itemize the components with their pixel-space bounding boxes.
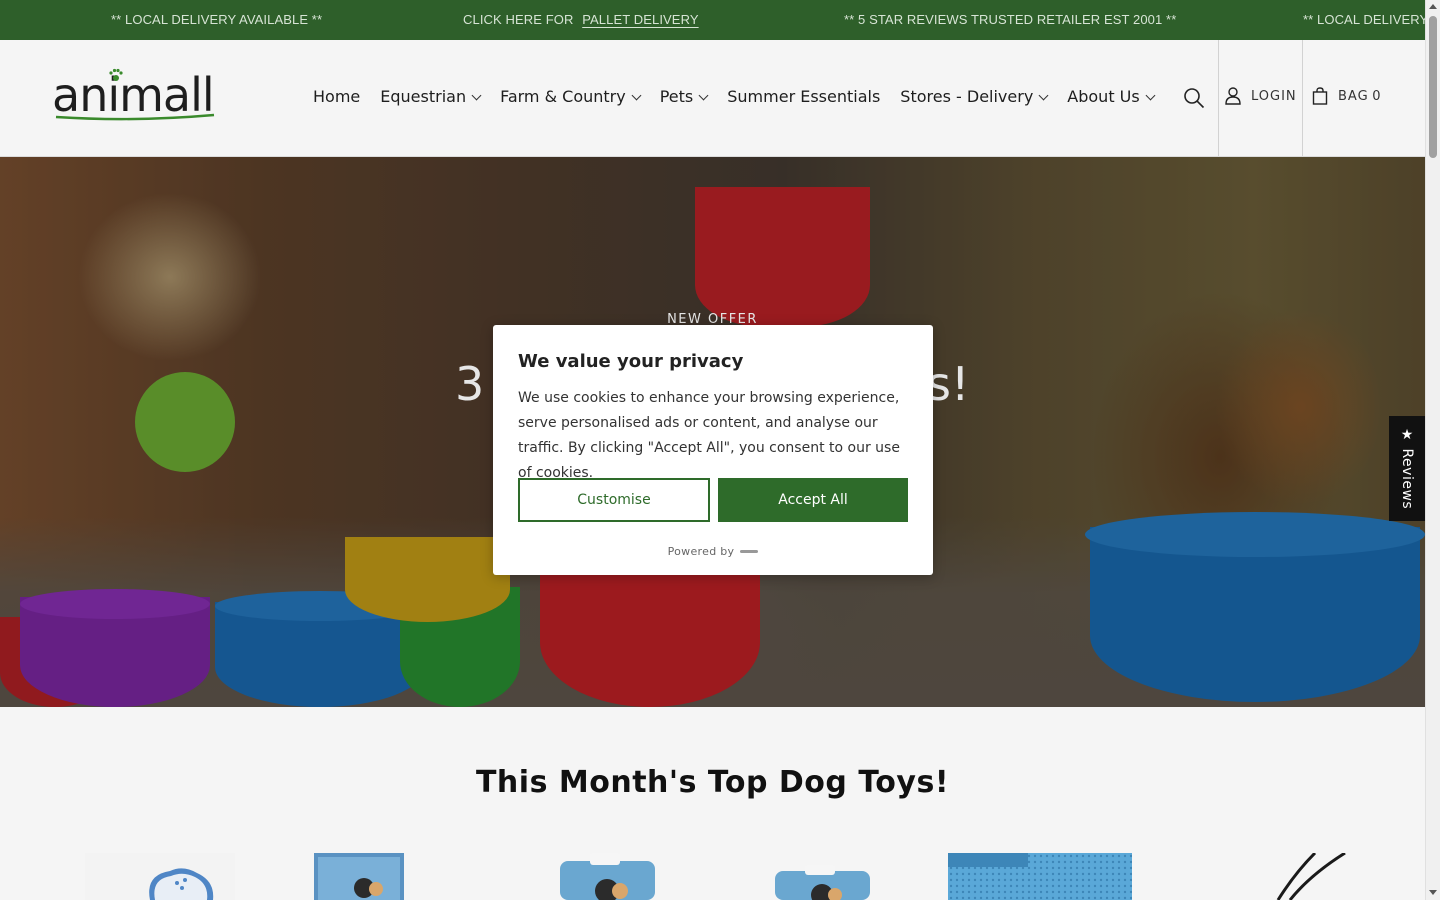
nav-label: About Us — [1067, 87, 1140, 106]
announcement-local-delivery: ** LOCAL DELIVERY AVAILABLE ** — [111, 12, 323, 27]
reviews-tab-label: ★ Reviews — [1399, 427, 1415, 510]
nav-item-pets[interactable]: Pets — [659, 87, 709, 106]
site-header: animall Home Equestrian Farm & Country P… — [0, 40, 1425, 157]
nav-label: Farm & Country — [500, 87, 626, 106]
announcement-bar: ** LOCAL DELIVERY AVAILABLE ** CLICK HER… — [0, 0, 1425, 40]
announcement-reviews: ** 5 STAR REVIEWS TRUSTED RETAILER EST 2… — [844, 12, 1177, 27]
bag-button[interactable]: BAG 0 — [1312, 87, 1382, 105]
login-label: LOGIN — [1251, 88, 1297, 104]
product-image — [85, 853, 235, 900]
nav-label: Summer Essentials — [727, 87, 881, 106]
cookie-modal-body: We use cookies to enhance your browsing … — [518, 390, 900, 481]
product-card[interactable] — [314, 853, 404, 900]
scroll-thumb[interactable] — [1429, 16, 1437, 158]
cookie-modal-title: We value your privacy — [518, 351, 744, 372]
logo-swoosh-icon — [55, 113, 215, 121]
announcement-pallet-prefix: CLICK HERE FOR — [463, 12, 574, 27]
nav-label: Stores - Delivery — [900, 87, 1034, 106]
product-image — [560, 853, 655, 900]
product-image — [1276, 853, 1346, 900]
announcement-pallet-delivery[interactable]: CLICK HERE FOR PALLET DELIVERY — [463, 12, 699, 27]
cookie-consent-modal: We value your privacy We use cookies to … — [493, 325, 933, 575]
bag-label: BAG 0 — [1338, 88, 1382, 104]
chevron-down-icon — [631, 90, 642, 101]
powered-by: Powered by — [493, 545, 933, 558]
animall-logo[interactable]: animall — [52, 68, 222, 130]
search-icon[interactable] — [1183, 87, 1205, 109]
product-card[interactable] — [560, 853, 655, 900]
reviews-tab[interactable]: ★ Reviews — [1389, 416, 1425, 521]
paw-icon — [109, 68, 123, 81]
product-card[interactable] — [948, 853, 1132, 900]
hero-title-right: s! — [927, 357, 970, 411]
announcement-local-delivery-repeat: ** LOCAL DELIVERY A — [1303, 12, 1425, 27]
nav-item-farm-country[interactable]: Farm & Country — [500, 87, 642, 106]
product-image — [948, 853, 1132, 900]
bag-icon — [1312, 87, 1328, 105]
hero-title-left: 3 — [455, 357, 485, 411]
nav-label: Equestrian — [380, 87, 467, 106]
nav-item-about-us[interactable]: About Us — [1067, 87, 1156, 106]
nav-item-home[interactable]: Home — [313, 87, 360, 106]
cookieyes-logo-icon[interactable] — [740, 550, 759, 553]
product-image — [775, 865, 870, 900]
pallet-delivery-link[interactable]: PALLET DELIVERY — [582, 12, 698, 27]
nav-label: Pets — [659, 87, 694, 106]
product-card[interactable] — [85, 853, 235, 900]
nav-item-equestrian[interactable]: Equestrian — [380, 87, 482, 106]
powered-by-label: Powered by — [667, 545, 735, 558]
product-image — [314, 853, 404, 900]
chevron-down-icon — [1038, 90, 1049, 101]
page-scrollbar[interactable] — [1425, 0, 1440, 900]
product-card[interactable] — [775, 853, 870, 900]
login-button[interactable]: LOGIN — [1225, 87, 1297, 105]
header-divider — [1302, 40, 1303, 156]
accept-all-button[interactable]: Accept All — [718, 478, 908, 522]
nav-item-summer-essentials[interactable]: Summer Essentials — [727, 87, 880, 106]
scroll-up-arrow-icon[interactable] — [1429, 4, 1437, 9]
header-divider — [1218, 40, 1219, 156]
scroll-down-arrow-icon[interactable] — [1429, 890, 1437, 895]
chevron-down-icon — [471, 90, 482, 101]
customise-button[interactable]: Customise — [518, 478, 710, 522]
product-card[interactable] — [1250, 853, 1350, 900]
section-title: This Month's Top Dog Toys! — [475, 765, 950, 800]
main-nav: Home Equestrian Farm & Country Pets Summ… — [313, 87, 1156, 106]
user-icon — [1225, 87, 1241, 105]
chevron-down-icon — [698, 90, 709, 101]
bag-count: 0 — [1372, 88, 1382, 104]
nav-item-stores-delivery[interactable]: Stores - Delivery — [900, 87, 1049, 106]
nav-label: Home — [313, 87, 361, 106]
chevron-down-icon — [1145, 90, 1156, 101]
